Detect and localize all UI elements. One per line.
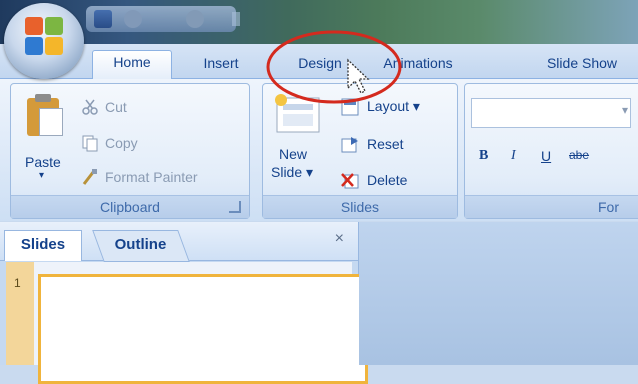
close-icon[interactable]: × xyxy=(335,230,344,248)
paste-label: Paste xyxy=(25,154,61,170)
reset-icon xyxy=(341,137,358,153)
delete-label: Delete xyxy=(367,172,408,188)
cut-button[interactable]: Cut xyxy=(81,98,241,120)
slide-number: 1 xyxy=(14,276,21,290)
tab-animations[interactable]: Animations xyxy=(368,52,468,78)
slides-group: New Slide ▾ Layout ▾ Reset Delete Slides xyxy=(262,83,458,219)
reset-button[interactable]: Reset xyxy=(341,134,451,158)
undo-icon[interactable] xyxy=(124,10,142,28)
scissors-icon xyxy=(82,99,98,115)
delete-icon xyxy=(341,173,359,189)
ribbon: Paste ▾ Cut Copy Format Painter Clipboar… xyxy=(0,78,638,221)
office-button[interactable] xyxy=(4,3,84,79)
dialog-launcher-icon[interactable] xyxy=(229,201,241,213)
font-name-combobox[interactable]: ▾ xyxy=(471,98,631,128)
tab-slide-show[interactable]: Slide Show xyxy=(532,52,632,78)
delete-button[interactable]: Delete xyxy=(341,170,451,194)
bold-button[interactable]: B xyxy=(479,148,488,164)
font-group-title: For xyxy=(598,199,619,215)
paste-dropdown-icon[interactable]: ▾ xyxy=(39,170,44,181)
slides-group-label: Slides xyxy=(263,195,457,218)
font-dropdown-icon[interactable]: ▾ xyxy=(622,103,628,117)
format-painter-label: Format Painter xyxy=(105,169,198,185)
slides-group-title: Slides xyxy=(340,199,380,215)
tab-home[interactable]: Home xyxy=(92,50,172,79)
strikethrough-button[interactable]: abe xyxy=(569,148,589,162)
tab-design[interactable]: Design xyxy=(280,52,360,78)
redo-icon[interactable] xyxy=(186,10,204,28)
format-painter-button[interactable]: Format Painter xyxy=(81,168,249,190)
save-icon[interactable] xyxy=(94,10,112,28)
layout-label: Layout ▾ xyxy=(367,98,420,114)
paste-button[interactable]: Paste ▾ xyxy=(15,90,75,194)
ribbon-tab-row: Home Insert Design Animations Slide Show xyxy=(0,44,638,79)
tab-outline-label: Outline xyxy=(114,236,167,253)
layout-icon xyxy=(341,98,359,116)
copy-button[interactable]: Copy xyxy=(81,134,241,156)
tab-outline[interactable]: Outline xyxy=(92,230,190,262)
tab-insert[interactable]: Insert xyxy=(186,52,256,78)
qat-customize-icon[interactable] xyxy=(232,12,240,26)
italic-button[interactable]: I xyxy=(511,148,516,164)
panel-tabs: Slides Outline × xyxy=(0,222,358,262)
slides-outline-panel: Slides Outline × 1 xyxy=(0,222,368,384)
slide-editing-area[interactable] xyxy=(359,222,638,365)
underline-button[interactable]: U xyxy=(541,148,551,164)
cut-label: Cut xyxy=(105,99,127,115)
clipboard-group: Paste ▾ Cut Copy Format Painter Clipboar… xyxy=(10,83,250,219)
reset-label: Reset xyxy=(367,136,404,152)
clipboard-group-title: Clipboard xyxy=(100,199,160,215)
slide-thumbnail[interactable] xyxy=(38,274,368,384)
copy-icon xyxy=(82,135,98,152)
new-slide-button[interactable]: New Slide ▾ xyxy=(267,88,331,194)
layout-button[interactable]: Layout ▾ xyxy=(341,96,451,120)
font-group-label: For xyxy=(465,195,638,218)
title-bar xyxy=(0,0,638,44)
tab-slides[interactable]: Slides xyxy=(4,230,82,261)
new-slide-label-1: New xyxy=(279,146,308,162)
clipboard-group-label: Clipboard xyxy=(11,195,249,218)
font-group: ▾ B I U abe For xyxy=(464,83,638,219)
office-logo-icon xyxy=(25,17,63,55)
quick-access-toolbar xyxy=(86,6,236,32)
new-slide-icon xyxy=(275,94,320,133)
paintbrush-icon xyxy=(82,169,97,185)
new-slide-label-2: Slide ▾ xyxy=(271,164,314,180)
copy-label: Copy xyxy=(105,135,138,151)
